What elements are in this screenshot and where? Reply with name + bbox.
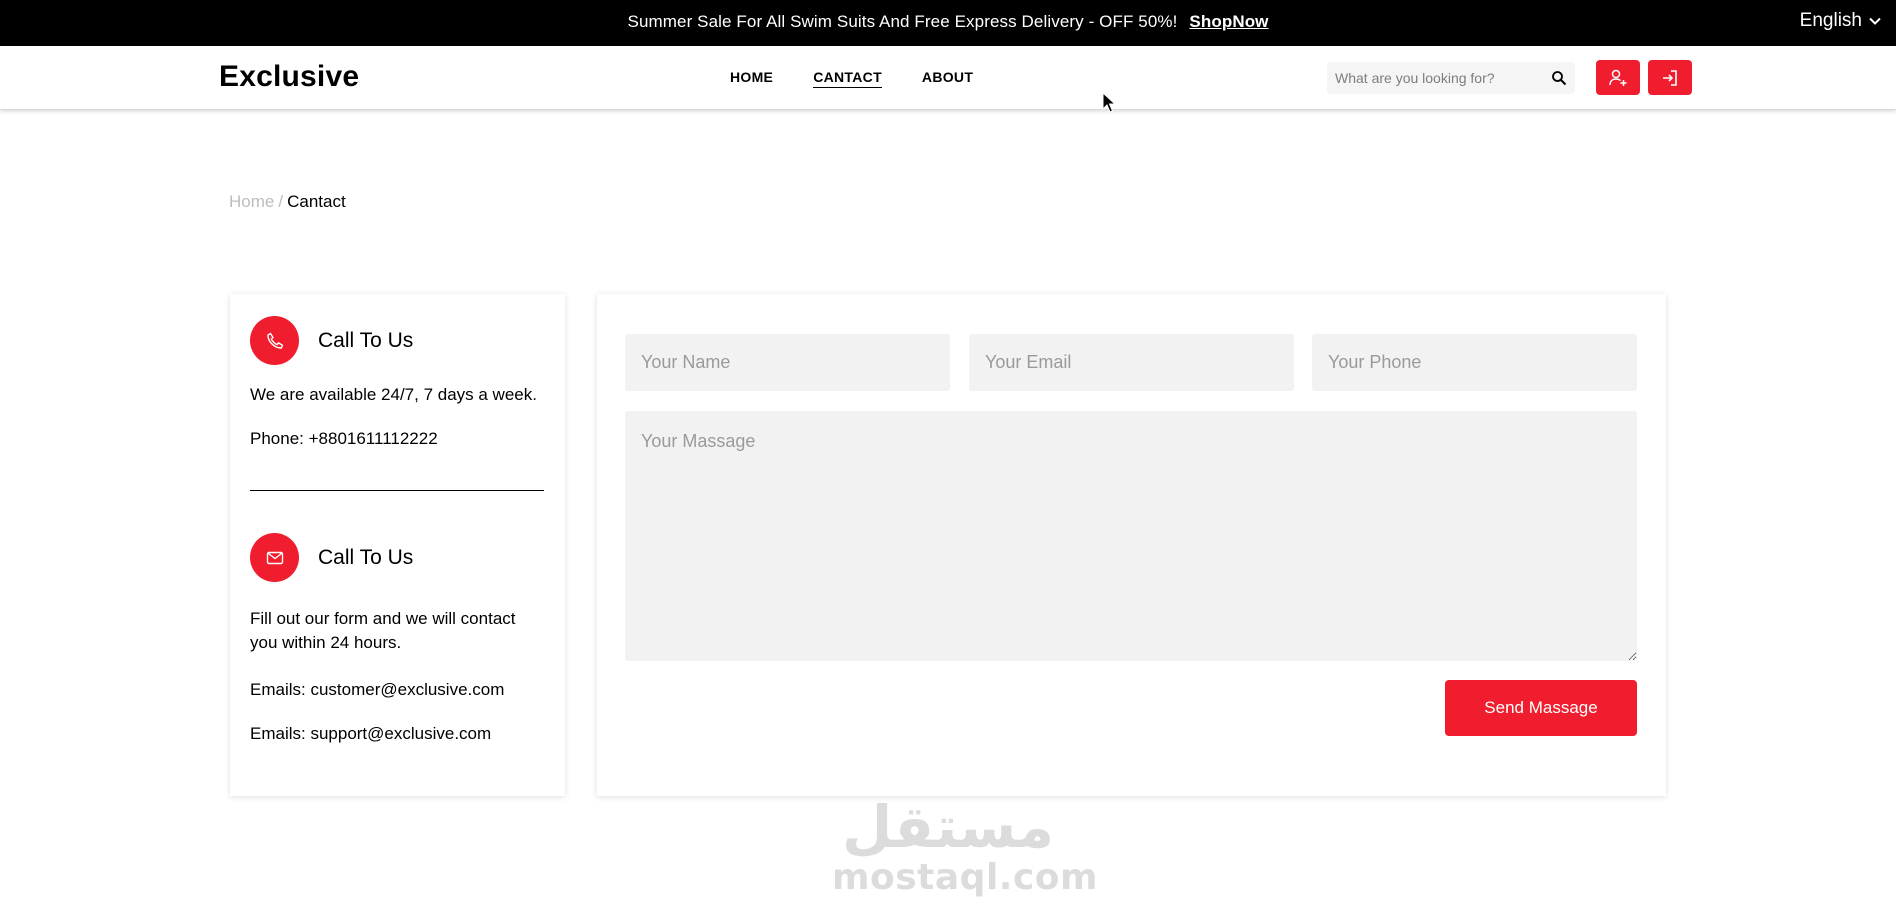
site-header: Exclusive HOME CANTACT ABOUT: [0, 46, 1896, 110]
user-plus-icon: [1609, 69, 1627, 86]
login-icon: [1663, 69, 1677, 86]
mail-icon: [266, 551, 283, 564]
search-input[interactable]: [1335, 62, 1545, 94]
send-message-button[interactable]: Send Massage: [1445, 680, 1637, 736]
email-field[interactable]: [969, 334, 1294, 391]
shop-now-link[interactable]: ShopNow: [1189, 12, 1268, 31]
mouse-cursor-icon: [1102, 92, 1116, 113]
main-nav: HOME CANTACT ABOUT: [730, 69, 973, 88]
breadcrumb-current: Cantact: [287, 192, 346, 211]
mail-icon-circle: [250, 533, 299, 582]
section-divider: [250, 490, 544, 491]
customer-email-text: Emails: customer@exclusive.com: [250, 680, 505, 699]
watermark-latin: mostaql.com: [832, 857, 1099, 898]
write-section-header: Call To Us: [250, 533, 413, 582]
search-icon[interactable]: [1551, 70, 1567, 86]
language-label: English: [1799, 10, 1862, 31]
support-email-text: Emails: support@exclusive.com: [250, 724, 492, 743]
form-info-text: Fill out our form and we will contact yo…: [250, 609, 516, 652]
breadcrumb-home[interactable]: Home: [229, 192, 274, 211]
watermark: مستقل mostaql.com: [832, 793, 1099, 898]
message-field[interactable]: [625, 411, 1637, 661]
nav-home[interactable]: HOME: [730, 69, 773, 88]
login-button[interactable]: [1648, 60, 1692, 95]
promo-banner: Summer Sale For All Swim Suits And Free …: [0, 12, 1896, 32]
phone-icon: [266, 332, 283, 349]
logo[interactable]: Exclusive: [219, 60, 359, 94]
breadcrumb-separator: /: [278, 192, 284, 211]
nav-contact[interactable]: CANTACT: [813, 69, 882, 88]
breadcrumb: Home / Cantact: [229, 192, 346, 212]
nav-about[interactable]: ABOUT: [922, 69, 973, 88]
contact-info-card: Call To Us We are available 24/7, 7 days…: [230, 294, 565, 796]
availability-text: We are available 24/7, 7 days a week.: [250, 385, 537, 404]
call-section-header: Call To Us: [250, 316, 413, 365]
phone-field[interactable]: [1312, 334, 1637, 391]
call-section-title: Call To Us: [318, 328, 414, 352]
sign-up-button[interactable]: [1596, 60, 1640, 95]
chevron-down-icon: [1869, 17, 1881, 25]
write-section-title: Call To Us: [318, 545, 414, 569]
phone-text: Phone: +8801611112222: [250, 429, 438, 448]
name-field[interactable]: [625, 334, 950, 391]
watermark-arabic: مستقل: [841, 793, 1055, 861]
phone-icon-circle: [250, 316, 299, 365]
search-box: [1327, 62, 1575, 94]
language-selector[interactable]: English: [1800, 10, 1882, 32]
promo-bar: Summer Sale For All Swim Suits And Free …: [0, 0, 1896, 46]
promo-text: Summer Sale For All Swim Suits And Free …: [627, 12, 1178, 31]
contact-form-card: Send Massage: [597, 294, 1666, 796]
